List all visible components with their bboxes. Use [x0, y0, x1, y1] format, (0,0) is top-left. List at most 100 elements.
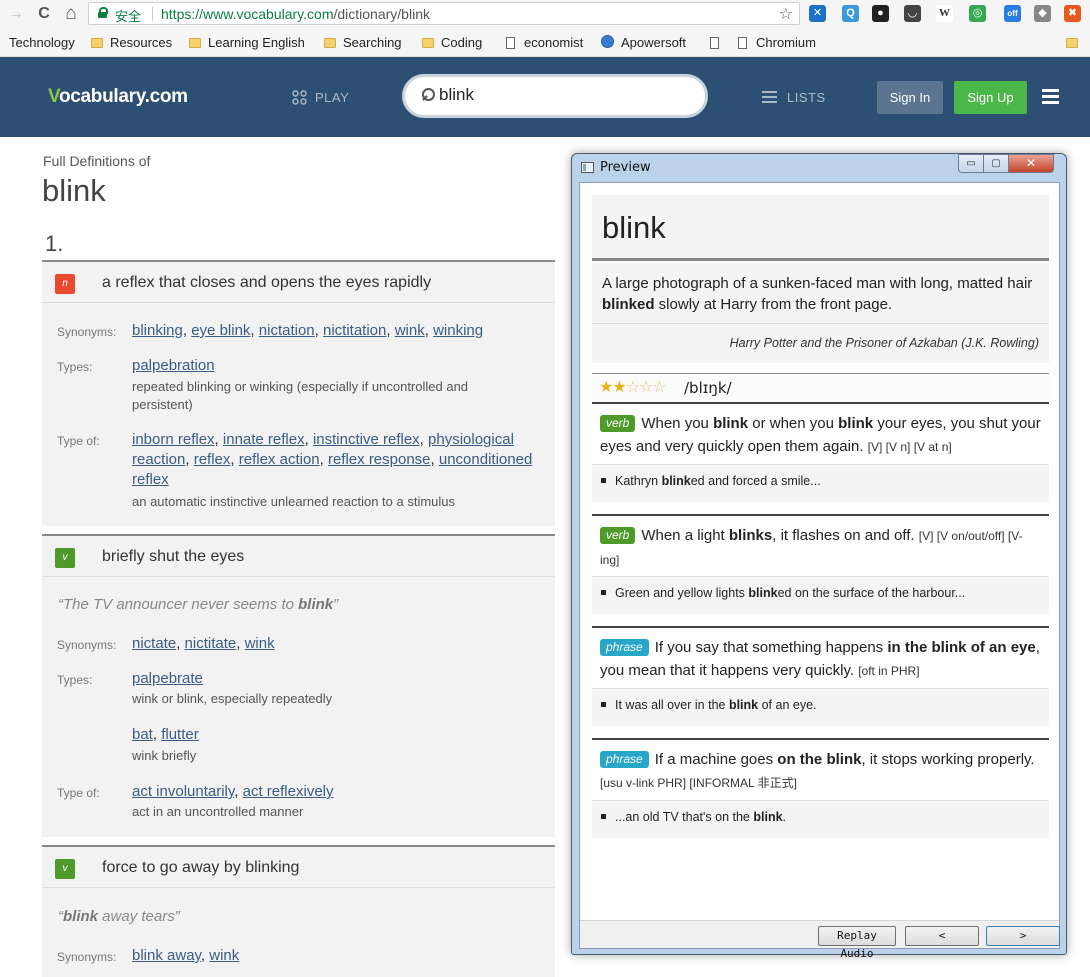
- ext-wiki-icon[interactable]: W: [936, 5, 953, 22]
- next-button[interactable]: >: [986, 926, 1060, 946]
- word-link[interactable]: blinking: [132, 322, 183, 339]
- maximize-button[interactable]: ▢: [983, 154, 1009, 173]
- sense-block: v briefly shut the eyes “The TV announce…: [42, 534, 555, 837]
- example-text: ed and forced a smile...: [690, 474, 821, 488]
- word-link[interactable]: nictate: [132, 635, 176, 652]
- ext-pocket-icon[interactable]: ◡: [904, 5, 921, 22]
- search-box[interactable]: [402, 74, 708, 118]
- bookmark-label: economist: [524, 35, 584, 50]
- close-button[interactable]: ✕: [1008, 154, 1054, 173]
- word-link[interactable]: palpebration: [132, 357, 215, 374]
- bookmark-resources[interactable]: Resources: [91, 35, 172, 50]
- menu-icon[interactable]: [1042, 89, 1059, 104]
- previous-button[interactable]: <: [905, 926, 979, 946]
- folder-icon: [1066, 38, 1078, 48]
- address-bar[interactable]: 安全 https://www.vocabulary.com/dictionary…: [88, 2, 800, 25]
- site-header: Vocabulary.com PLAY LISTS Sign In Sign U…: [0, 57, 1090, 137]
- link-separator: ,: [200, 947, 210, 964]
- bullet-icon: [601, 590, 606, 595]
- quote-source: Harry Potter and the Prisoner of Azkaban…: [729, 336, 1039, 350]
- reload-icon[interactable]: C: [34, 4, 54, 24]
- bookmark-label: Learning English: [208, 35, 305, 50]
- home-icon[interactable]: ⌂: [61, 4, 81, 24]
- url-text[interactable]: https://www.vocabulary.com/dictionary/bl…: [161, 6, 430, 22]
- ext-orange-icon[interactable]: ✖: [1064, 5, 1081, 22]
- url-host: www.vocabulary.com: [203, 6, 334, 22]
- word-link[interactable]: reflex: [194, 451, 231, 468]
- example-text: .: [782, 810, 787, 824]
- sense-definition: briefly shut the eyes: [102, 548, 245, 565]
- bookmarks-bar: Technology Resources Learning English Se…: [0, 28, 1090, 57]
- ext-chrome-icon[interactable]: ◎: [969, 5, 986, 22]
- word-link[interactable]: inborn reflex: [132, 431, 215, 448]
- word-link[interactable]: eye blink: [191, 322, 250, 339]
- ext-ghost-icon[interactable]: ●: [872, 5, 889, 22]
- link-separator: ,: [234, 783, 243, 800]
- word-link[interactable]: nictitation: [323, 322, 386, 339]
- word-link[interactable]: instinctive reflex: [313, 431, 420, 448]
- sign-up-button[interactable]: Sign Up: [954, 81, 1027, 114]
- quote-word: blink: [298, 596, 334, 613]
- word-link[interactable]: bat: [132, 726, 153, 743]
- word-link[interactable]: blink away: [132, 947, 201, 964]
- bookmark-star-icon[interactable]: ☆: [779, 4, 793, 24]
- word-link[interactable]: palpebrate: [132, 670, 203, 687]
- definition-text: or when you: [748, 415, 839, 432]
- preview-word-header: blink: [592, 195, 1049, 261]
- link-separator: ,: [314, 322, 323, 339]
- example-text: ...an old TV that's on the: [615, 810, 754, 824]
- type-gloss: wink or blink, especially repeatedly: [132, 691, 333, 706]
- word-link[interactable]: winking: [433, 322, 483, 339]
- word-link[interactable]: act reflexively: [243, 783, 334, 800]
- pronunciation-row: ★★☆☆☆ /blɪŋk/: [592, 373, 1049, 403]
- site-logo[interactable]: Vocabulary.com: [48, 86, 188, 108]
- word-link[interactable]: wink: [245, 635, 275, 652]
- folder-icon: [189, 38, 201, 48]
- forward-icon[interactable]: →: [6, 4, 26, 24]
- lists-link[interactable]: LISTS: [762, 90, 826, 105]
- bookmark-label: Technology: [9, 35, 75, 50]
- bookmark-label: Searching: [343, 35, 402, 50]
- ext-blue-icon[interactable]: ✕: [809, 5, 826, 22]
- word-link[interactable]: wink: [395, 322, 425, 339]
- word-link[interactable]: wink: [209, 947, 239, 964]
- synonyms-label: Synonyms:: [57, 325, 117, 339]
- sense-definition: a reflex that closes and opens the eyes …: [102, 274, 432, 291]
- minimize-button[interactable]: ▭: [958, 154, 984, 173]
- bookmark-technology[interactable]: Technology: [9, 35, 75, 50]
- bookmark-untitled[interactable]: [710, 35, 728, 50]
- ext-off-icon[interactable]: off: [1004, 5, 1021, 22]
- quote-text: away tears”: [98, 908, 180, 925]
- window-app-icon: [581, 162, 594, 173]
- bookmark-coding[interactable]: Coding: [422, 35, 482, 50]
- word-link[interactable]: innate reflex: [223, 431, 305, 448]
- word-link[interactable]: nictitate: [185, 635, 237, 652]
- word-link[interactable]: reflex response: [328, 451, 431, 468]
- bookmark-chromium[interactable]: Chromium: [738, 35, 816, 50]
- other-bookmarks[interactable]: [1066, 35, 1085, 50]
- bookmark-learning-english[interactable]: Learning English: [189, 35, 305, 50]
- ext-q-icon[interactable]: Q: [842, 5, 859, 22]
- play-link[interactable]: PLAY: [292, 90, 349, 105]
- bookmark-searching[interactable]: Searching: [324, 35, 402, 50]
- bookmark-apowersoft[interactable]: Apowersoft: [601, 35, 686, 50]
- example-text: It was all over in the: [615, 698, 729, 712]
- search-input[interactable]: [439, 83, 689, 107]
- preview-footer: Replay Audio < >: [580, 920, 1060, 960]
- bookmark-economist[interactable]: economist: [506, 35, 583, 50]
- word-link[interactable]: nictation: [259, 322, 315, 339]
- ext-gray-icon[interactable]: ◆: [1034, 5, 1051, 22]
- folder-icon: [422, 38, 434, 48]
- word-link[interactable]: flutter: [161, 726, 199, 743]
- preview-quote-box: A large photograph of a sunken-faced man…: [592, 263, 1049, 363]
- play-label: PLAY: [315, 90, 350, 105]
- preview-word: blink: [602, 210, 666, 245]
- type-gloss: wink briefly: [132, 748, 197, 763]
- replay-audio-button[interactable]: Replay Audio: [818, 926, 896, 960]
- word-link[interactable]: reflex action: [239, 451, 320, 468]
- sign-in-button[interactable]: Sign In: [877, 81, 943, 114]
- link-separator: ,: [230, 451, 239, 468]
- synonyms-list: blink away, wink: [132, 946, 239, 966]
- word-link[interactable]: act involuntarily: [132, 783, 234, 800]
- definition-text: , it flashes on and off.: [772, 527, 915, 544]
